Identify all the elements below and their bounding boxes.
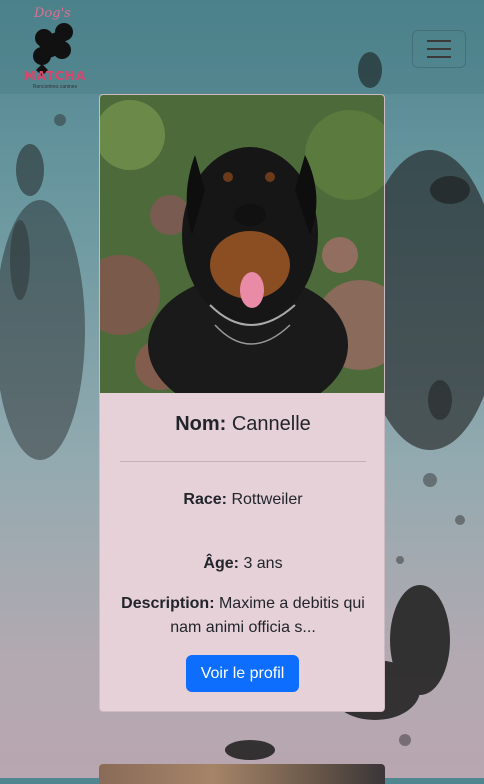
dog-age: Âge: 3 ans: [120, 552, 366, 576]
logo-top-text: Dog's: [34, 6, 71, 21]
brand-logo[interactable]: Dog's MATCHA Rencontres canines: [20, 6, 90, 92]
breed-value: Rottweiler: [231, 491, 303, 508]
breed-label: Race:: [183, 491, 227, 508]
next-dog-card-preview[interactable]: [99, 764, 385, 784]
dog-breed: Race: Rottweiler: [120, 488, 366, 512]
navbar-toggle-button[interactable]: [412, 30, 466, 68]
hamburger-icon-line: [427, 48, 451, 50]
name-label: Nom:: [175, 413, 227, 435]
description-label: Description:: [121, 595, 215, 612]
navbar: Dog's MATCHA Rencontres canines: [0, 0, 484, 94]
dog-name: Nom: Cannelle: [100, 413, 384, 436]
hamburger-icon-line: [427, 40, 451, 42]
logo-subtitle: Rencontres canines: [32, 84, 78, 90]
dog-description: Description: Maxime a debitis qui nam an…: [120, 592, 366, 640]
view-profile-button[interactable]: Voir le profil: [186, 655, 299, 692]
name-value: Cannelle: [231, 413, 311, 435]
dog-card: Nom: Cannelle Race: Rottweiler Âge: 3 an…: [99, 94, 385, 712]
divider: [120, 461, 366, 462]
dog-photo: [100, 95, 384, 393]
age-label: Âge:: [203, 555, 239, 572]
age-value: 3 ans: [243, 555, 283, 572]
logo-word: MATCHA: [23, 69, 87, 83]
hamburger-icon-line: [427, 56, 451, 58]
